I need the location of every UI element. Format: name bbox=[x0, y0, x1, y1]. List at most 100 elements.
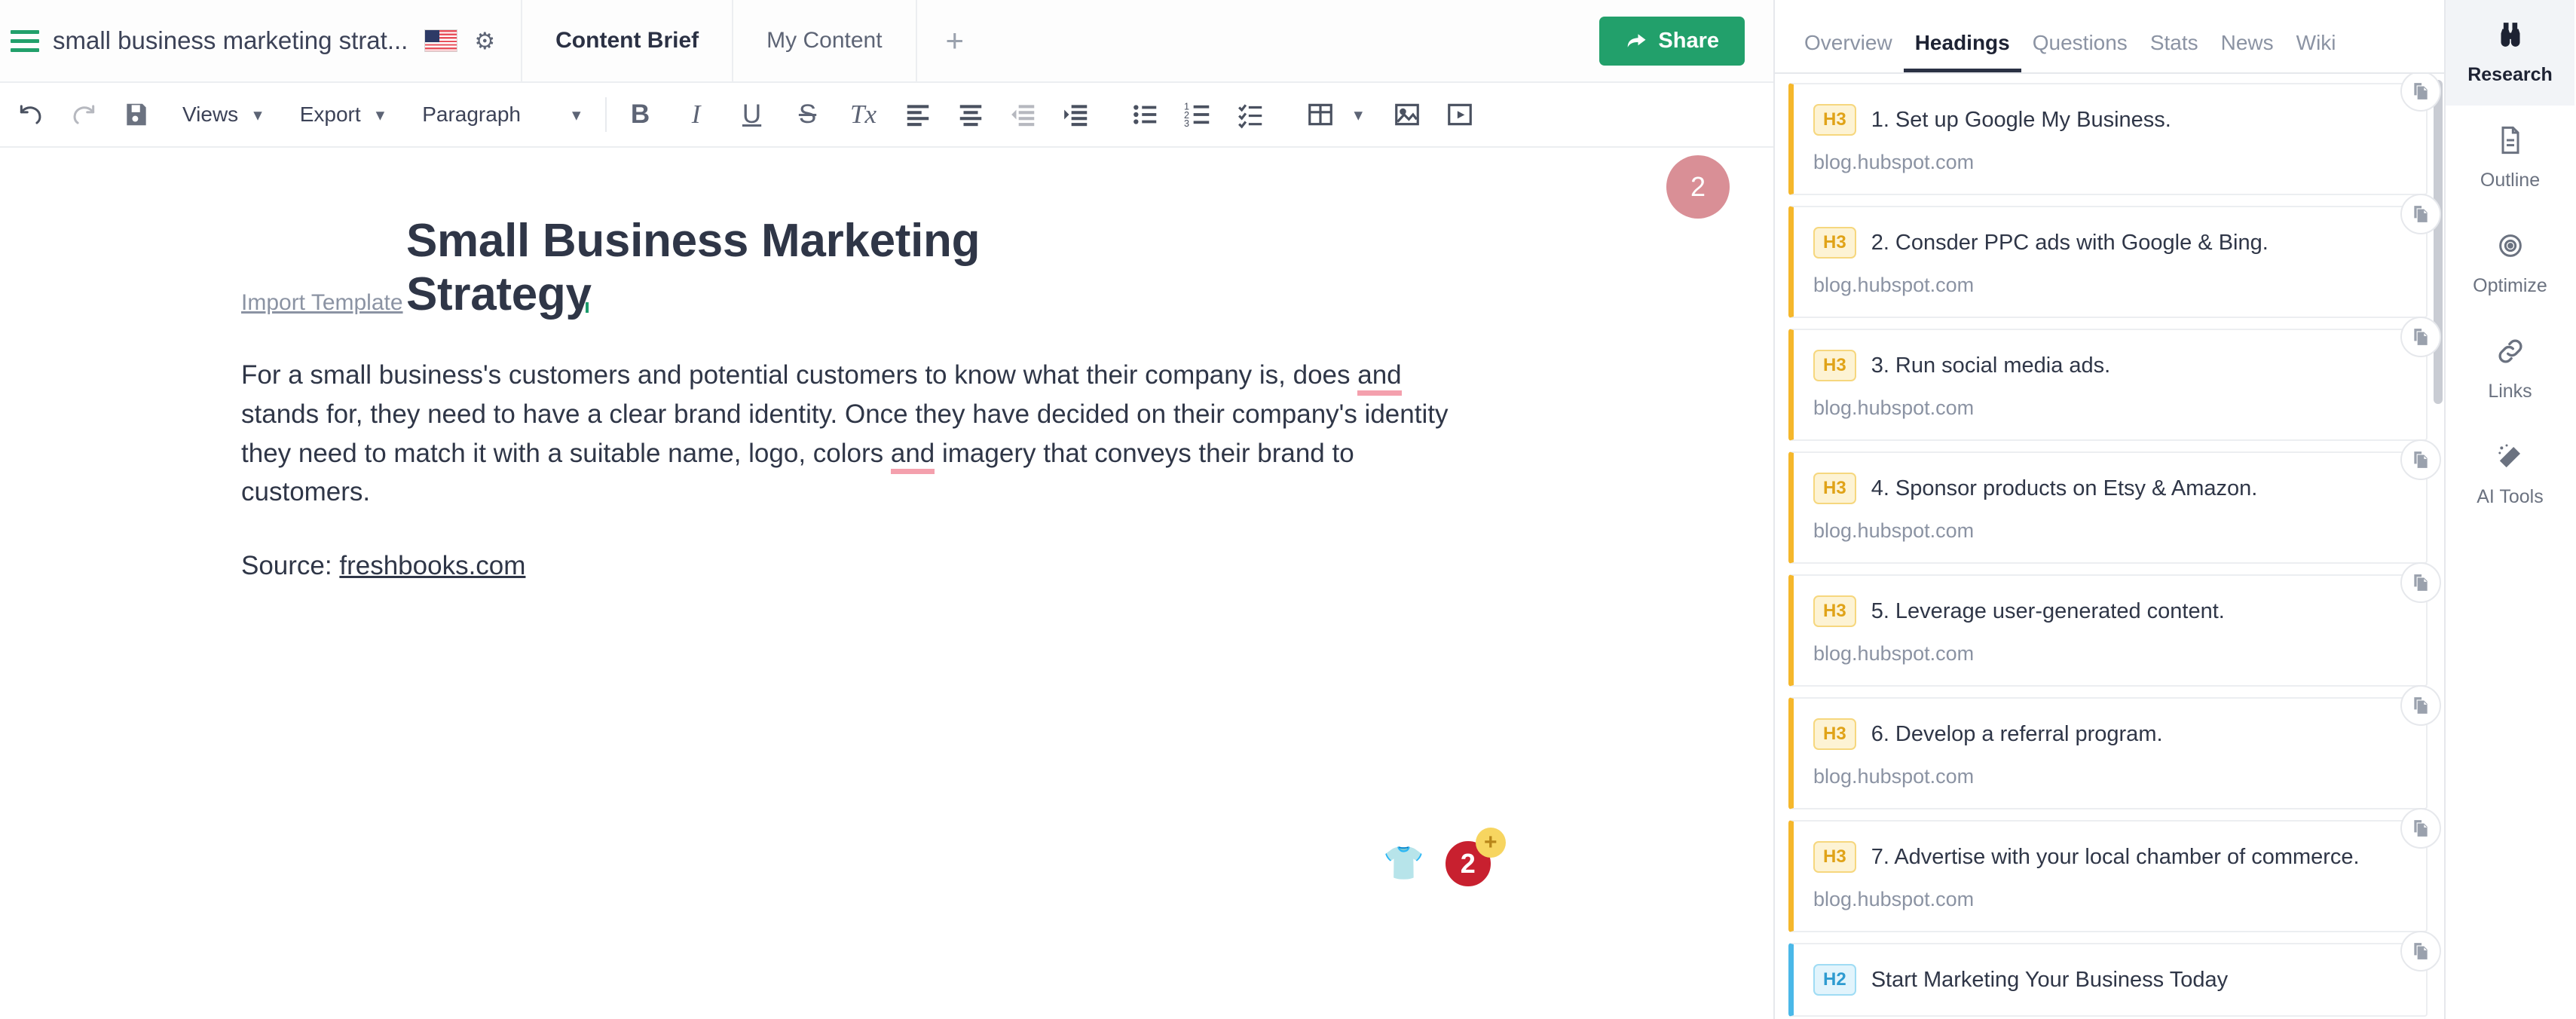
link-icon bbox=[2495, 336, 2526, 370]
heading-card-row: H3 3. Run social media ads. bbox=[1813, 350, 2403, 381]
copy-icon[interactable] bbox=[2400, 931, 2441, 972]
save-icon[interactable] bbox=[110, 88, 163, 141]
tab-my-content[interactable]: My Content bbox=[733, 0, 917, 82]
page-title[interactable]: Small Business Marketing Strategy bbox=[406, 214, 1175, 321]
magic-wand-icon bbox=[2495, 442, 2526, 476]
research-panel: Overview Headings Questions Stats News Wiki H… bbox=[1775, 0, 2446, 1019]
heading-source-url: blog.hubspot.com bbox=[1813, 888, 1975, 910]
heading-text: 5. Leverage user-generated content. bbox=[1871, 599, 2225, 623]
checklist-icon[interactable] bbox=[1225, 88, 1277, 141]
heading-card[interactable]: H3 5. Leverage user-generated content. blo… bbox=[1788, 562, 2441, 687]
heading-text: 3. Run social media ads. bbox=[1871, 353, 2111, 378]
rail-item-optimize[interactable]: Optimize bbox=[2446, 211, 2574, 317]
share-button[interactable]: Share bbox=[1599, 16, 1745, 66]
image-icon[interactable] bbox=[1381, 88, 1433, 141]
rail-item-label: Links bbox=[2488, 381, 2532, 402]
research-tab-overview[interactable]: Overview bbox=[1793, 31, 1904, 72]
headings-list[interactable]: H3 1. Set up Google My Business. blog.hubs… bbox=[1775, 74, 2444, 1019]
heading-card[interactable]: H3 3. Run social media ads. blog.hubspot.c… bbox=[1788, 317, 2441, 441]
copy-icon[interactable] bbox=[2400, 439, 2441, 480]
heading-level-badge: H3 bbox=[1813, 718, 1856, 750]
heading-card-row: H3 2. Consder PPC ads with Google & Bing. bbox=[1813, 227, 2403, 259]
heading-level-badge: H3 bbox=[1813, 473, 1856, 504]
score-badge[interactable]: 2 + bbox=[1442, 828, 1506, 889]
add-tab-button[interactable]: + bbox=[917, 0, 993, 82]
document-icon bbox=[2495, 125, 2526, 159]
underline-button[interactable]: U bbox=[724, 88, 780, 141]
strikethrough-button[interactable]: S bbox=[780, 88, 836, 141]
paragraph-text-0: For a small business's customers and pot… bbox=[241, 360, 1358, 390]
heading-source-url: blog.hubspot.com bbox=[1813, 151, 1975, 173]
heading-source-url: blog.hubspot.com bbox=[1813, 519, 1975, 542]
bold-button[interactable]: B bbox=[613, 88, 668, 141]
heading-level-badge: H2 bbox=[1813, 964, 1856, 996]
import-template-link[interactable]: Import Template bbox=[241, 290, 403, 316]
heading-source-url: blog.hubspot.com bbox=[1813, 274, 1975, 296]
table-icon[interactable] bbox=[1294, 88, 1347, 141]
top-bar: small business marketing strat... ⚙ Cont… bbox=[0, 0, 1773, 83]
heading-card-row: H3 6. Develop a referral program. bbox=[1813, 718, 2403, 750]
tab-content-brief[interactable]: Content Brief bbox=[522, 0, 734, 82]
rail-item-label: Optimize bbox=[2473, 275, 2547, 296]
document-paragraph[interactable]: For a small business's customers and pot… bbox=[241, 356, 1462, 512]
binoculars-icon bbox=[2495, 20, 2526, 54]
spellcheck-flagged-word: and bbox=[890, 438, 935, 474]
paragraph-style-menu[interactable]: Paragraph bbox=[402, 103, 528, 127]
target-icon bbox=[2495, 231, 2526, 265]
research-tab-headings[interactable]: Headings bbox=[1903, 31, 2021, 72]
views-chevron-down-icon[interactable]: ▾ bbox=[246, 105, 280, 125]
heading-level-badge: H3 bbox=[1813, 227, 1856, 259]
heading-card[interactable]: H3 1. Set up Google My Business. blog.hubs… bbox=[1788, 74, 2441, 195]
rail-item-label: AI Tools bbox=[2477, 486, 2544, 507]
italic-button[interactable]: I bbox=[668, 88, 724, 141]
numbered-list-icon[interactable]: 123 bbox=[1172, 88, 1225, 141]
spellcheck-flagged-word: and bbox=[1357, 360, 1402, 396]
document-canvas[interactable]: 2 Import Template Small Business Marketi… bbox=[0, 148, 1773, 1019]
rail-item-links[interactable]: Links bbox=[2446, 317, 2574, 422]
research-tab-stats[interactable]: Stats bbox=[2139, 31, 2210, 72]
rail-item-research[interactable]: Research bbox=[2446, 0, 2574, 106]
align-left-icon[interactable] bbox=[892, 88, 944, 141]
copy-icon[interactable] bbox=[2400, 562, 2441, 603]
table-chevron-down-icon[interactable]: ▾ bbox=[1347, 105, 1381, 125]
heading-card[interactable]: H2 Start Marketing Your Business Today bbox=[1788, 931, 2441, 1017]
indent-icon[interactable] bbox=[1050, 88, 1103, 141]
export-menu[interactable]: Export bbox=[280, 103, 369, 127]
research-tab-news[interactable]: News bbox=[2210, 31, 2285, 72]
heading-level-badge: H3 bbox=[1813, 104, 1856, 136]
gear-icon[interactable]: ⚙ bbox=[474, 29, 495, 53]
copy-icon[interactable] bbox=[2400, 685, 2441, 726]
clear-formatting-button[interactable]: Tx bbox=[836, 88, 892, 141]
views-menu[interactable]: Views bbox=[163, 103, 246, 127]
hamburger-icon[interactable] bbox=[0, 29, 47, 52]
redo-icon[interactable] bbox=[57, 88, 110, 141]
heading-card-row: H3 5. Leverage user-generated content. bbox=[1813, 595, 2403, 627]
heading-card[interactable]: H3 4. Sponsor products on Etsy & Amazon. b… bbox=[1788, 439, 2441, 564]
heading-card[interactable]: H3 2. Consder PPC ads with Google & Bing.… bbox=[1788, 194, 2441, 318]
rail-item-ai-tools[interactable]: AI Tools bbox=[2446, 422, 2574, 528]
outdent-icon[interactable] bbox=[997, 88, 1050, 141]
panel-scrollbar[interactable] bbox=[2434, 80, 2443, 404]
copy-icon[interactable] bbox=[2400, 194, 2441, 234]
paragraph-chevron-down-icon[interactable]: ▾ bbox=[528, 105, 599, 125]
research-tab-wiki[interactable]: Wiki bbox=[2285, 31, 2348, 72]
copy-icon[interactable] bbox=[2400, 317, 2441, 357]
align-center-icon[interactable] bbox=[944, 88, 997, 141]
heading-card[interactable]: H3 6. Develop a referral program. blog.hub… bbox=[1788, 685, 2441, 809]
document-title[interactable]: small business marketing strat... bbox=[53, 26, 408, 55]
research-tab-questions[interactable]: Questions bbox=[2021, 31, 2139, 72]
rail-item-outline[interactable]: Outline bbox=[2446, 106, 2574, 211]
heading-card[interactable]: H3 7. Advertise with your local chamber o… bbox=[1788, 808, 2441, 932]
bullet-list-icon[interactable] bbox=[1119, 88, 1172, 141]
heading-text: 2. Consder PPC ads with Google & Bing. bbox=[1871, 231, 2269, 255]
source-link[interactable]: freshbooks.com bbox=[339, 551, 525, 580]
undo-icon[interactable] bbox=[5, 88, 57, 141]
shirt-icon[interactable]: 👕 bbox=[1383, 847, 1424, 880]
copy-icon[interactable] bbox=[2400, 808, 2441, 849]
heading-card-row: H2 Start Marketing Your Business Today bbox=[1813, 964, 2403, 996]
video-icon[interactable] bbox=[1433, 88, 1486, 141]
research-tabs: Overview Headings Questions Stats News Wiki bbox=[1775, 0, 2444, 74]
heading-text: 1. Set up Google My Business. bbox=[1871, 108, 2171, 132]
page-title-text: Small Business Marketing Strategy bbox=[406, 215, 981, 320]
export-chevron-down-icon[interactable]: ▾ bbox=[369, 105, 403, 125]
